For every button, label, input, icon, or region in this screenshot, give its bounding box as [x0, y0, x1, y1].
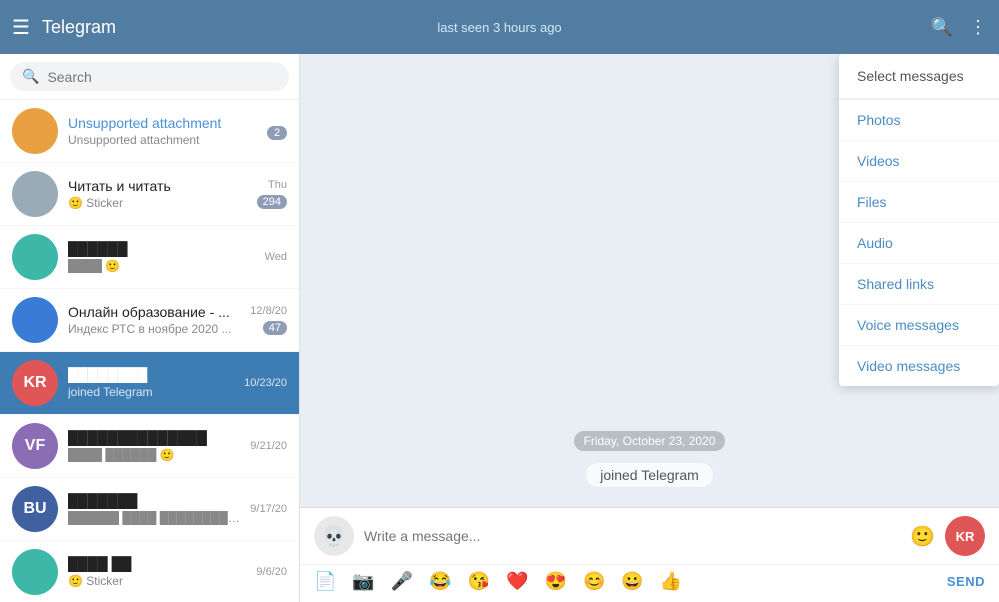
attach-file-icon[interactable]: 📄 — [314, 571, 336, 592]
skull-avatar: 💀 — [314, 516, 354, 556]
chat-name: ████████ — [68, 367, 234, 383]
chat-item[interactable]: Онлайн образование - ... Индекс РТС в ноя… — [0, 289, 299, 352]
user-avatar-sm: 💀 — [314, 516, 354, 556]
chat-time: 9/17/20 — [250, 503, 287, 515]
chat-item[interactable]: VF ██████████████ ████ ██████ 🙂 9/21/20 — [0, 415, 299, 478]
chat-name: Unsupported attachment — [68, 115, 257, 131]
emoji-cry-icon[interactable]: 😂 — [429, 571, 451, 592]
avatar: VF — [12, 423, 58, 469]
search-input-wrap[interactable]: 🔍 — [10, 62, 289, 91]
send-button[interactable]: SEND — [947, 574, 985, 589]
status-text: last seen 3 hours ago — [437, 20, 561, 35]
chat-name: ██████ — [68, 241, 255, 257]
dropdown-item[interactable]: Select messages — [839, 54, 999, 100]
dropdown-menu: Select messagesPhotosVideosFilesAudioSha… — [839, 54, 999, 386]
chat-preview: ████ ██████ 🙂 — [68, 448, 240, 462]
chat-badge: 2 — [267, 126, 287, 140]
topbar: ☰ Telegram last seen 3 hours ago 🔍 ⋮ — [0, 0, 999, 54]
dropdown-item[interactable]: Shared links — [839, 264, 999, 305]
dropdown-item[interactable]: Video messages — [839, 346, 999, 386]
chat-item[interactable]: ██████ ████ 🙂 Wed — [0, 226, 299, 289]
emoji-heart-icon[interactable]: ❤️ — [506, 571, 528, 592]
chat-item[interactable]: Читать и читать 🙂 Sticker Thu 294 — [0, 163, 299, 226]
emoji-thumbs-up-icon[interactable]: 👍 — [660, 571, 682, 592]
chat-panel: Friday, October 23, 2020 joined Telegram… — [300, 54, 999, 602]
chat-preview: Unsupported attachment — [68, 133, 257, 147]
chat-time: 9/21/20 — [250, 440, 287, 452]
chat-preview: joined Telegram — [68, 385, 234, 399]
dropdown-item[interactable]: Audio — [839, 223, 999, 264]
chat-name: ███████ — [68, 493, 240, 509]
search-icon: 🔍 — [22, 68, 39, 85]
more-options-button[interactable]: ⋮ — [969, 17, 987, 38]
chat-preview: ██████ ████ ████████ █ ... — [68, 511, 240, 525]
chat-preview: 🙂 Sticker — [68, 196, 247, 210]
message-input[interactable] — [364, 528, 900, 544]
chat-badge: 294 — [257, 195, 287, 209]
dropdown-item[interactable]: Voice messages — [839, 305, 999, 346]
emoji-heart-eyes-icon[interactable]: 😍 — [545, 571, 567, 592]
chat-time: Wed — [265, 251, 287, 263]
avatar: KR — [12, 360, 58, 406]
chat-input-area: 💀 🙂 KR 📄 📷 🎤 😂 😘 ❤️ 😍 😊 😀 👍 SEND — [300, 507, 999, 602]
chat-preview: Индекс РТС в ноябре 2020 ... — [68, 322, 240, 336]
system-message: joined Telegram — [586, 463, 713, 487]
send-avatar[interactable]: KR — [945, 516, 985, 556]
chat-time: Thu — [268, 179, 287, 191]
chat-badge: 47 — [263, 321, 287, 335]
avatar — [12, 108, 58, 154]
chat-name: ██████████████ — [68, 430, 240, 446]
chat-item[interactable]: KR ████████ joined Telegram 10/23/20 — [0, 352, 299, 415]
emoji-button[interactable]: 🙂 — [910, 524, 935, 549]
chat-item[interactable]: BU ███████ ██████ ████ ████████ █ ... 9/17/… — [0, 478, 299, 541]
camera-icon[interactable]: 📷 — [352, 571, 374, 592]
avatar — [12, 171, 58, 217]
input-row: 💀 🙂 KR — [300, 508, 999, 564]
avatar — [12, 549, 58, 595]
chat-time: 12/8/20 — [250, 305, 287, 317]
avatar — [12, 234, 58, 280]
emoji-grin-icon[interactable]: 😀 — [621, 571, 643, 592]
chat-preview: 🙂 Sticker — [68, 574, 246, 588]
chat-time: 10/23/20 — [244, 377, 287, 389]
menu-icon[interactable]: ☰ — [12, 15, 30, 40]
avatar — [12, 297, 58, 343]
sidebar: 🔍 Unsupported attachmentUnsupported atta… — [0, 54, 300, 602]
topbar-actions: 🔍 ⋮ — [931, 17, 987, 38]
dropdown-item[interactable]: Videos — [839, 141, 999, 182]
dropdown-item[interactable]: Photos — [839, 100, 999, 141]
toolbar-row: 📄 📷 🎤 😂 😘 ❤️ 😍 😊 😀 👍 SEND — [300, 564, 999, 602]
emoji-kiss-icon[interactable]: 😘 — [468, 571, 490, 592]
chat-item[interactable]: ████ ██ 🙂 Sticker 9/6/20 — [0, 541, 299, 602]
emoji-smile-icon[interactable]: 😊 — [583, 571, 605, 592]
chat-name: ████ ██ — [68, 556, 246, 572]
chat-time: 9/6/20 — [256, 566, 287, 578]
mic-icon[interactable]: 🎤 — [391, 571, 413, 592]
chat-name: Онлайн образование - ... — [68, 304, 240, 320]
main-layout: 🔍 Unsupported attachmentUnsupported atta… — [0, 54, 999, 602]
chat-list: Unsupported attachment Unsupported attach… — [0, 100, 299, 602]
dropdown-item[interactable]: Files — [839, 182, 999, 223]
chat-item[interactable]: Unsupported attachment Unsupported attach… — [0, 100, 299, 163]
chat-name: Читать и читать — [68, 178, 247, 194]
avatar: BU — [12, 486, 58, 532]
search-button[interactable]: 🔍 — [931, 17, 953, 38]
date-label: Friday, October 23, 2020 — [574, 431, 726, 451]
search-bar: 🔍 — [0, 54, 299, 100]
search-input[interactable] — [47, 69, 277, 85]
chat-preview: ████ 🙂 — [68, 259, 255, 273]
